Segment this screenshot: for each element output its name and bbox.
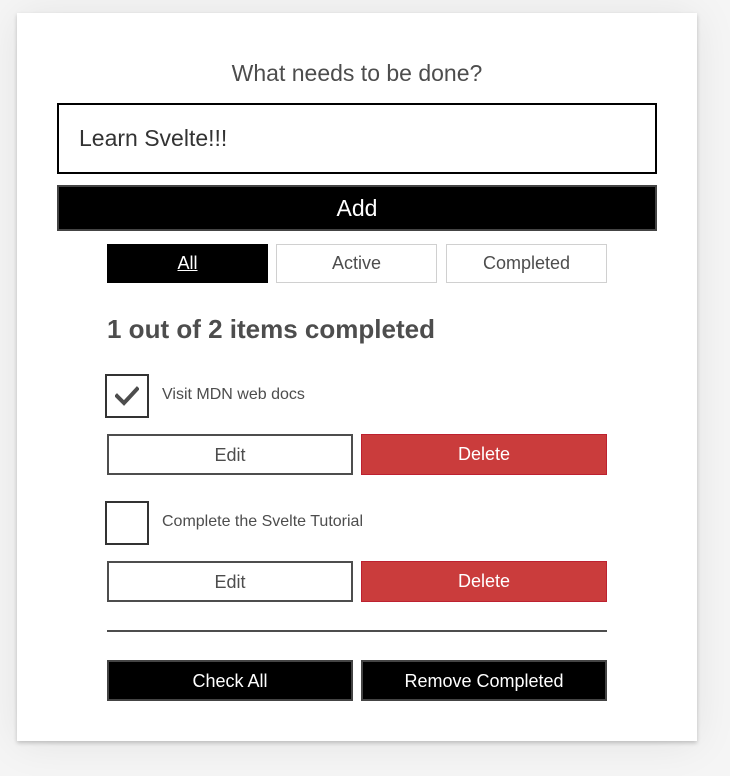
todo-label-1: Visit MDN web docs bbox=[162, 386, 305, 403]
filter-completed-button[interactable]: Completed bbox=[446, 244, 607, 283]
todo-form-heading: What needs to be done? bbox=[231, 60, 483, 86]
check-all-button[interactable]: Check All bbox=[107, 660, 353, 701]
divider bbox=[107, 630, 607, 632]
delete-button-1[interactable]: Delete bbox=[361, 434, 607, 475]
todo-checkbox-1[interactable] bbox=[105, 374, 149, 418]
todo-input[interactable] bbox=[57, 103, 657, 174]
filter-all-button[interactable]: All bbox=[107, 244, 268, 283]
checkmark-icon bbox=[115, 386, 139, 406]
todo-app-card: What needs to be done? Add All Active Co… bbox=[17, 13, 697, 741]
todo-checkbox-2[interactable] bbox=[105, 501, 149, 545]
todo-label-2: Complete the Svelte Tutorial bbox=[162, 513, 363, 530]
filter-active-button[interactable]: Active bbox=[276, 244, 437, 283]
edit-button-1[interactable]: Edit bbox=[107, 434, 353, 475]
add-button[interactable]: Add bbox=[57, 185, 657, 231]
delete-button-2[interactable]: Delete bbox=[361, 561, 607, 602]
edit-button-2[interactable]: Edit bbox=[107, 561, 353, 602]
remove-completed-button[interactable]: Remove Completed bbox=[361, 660, 607, 701]
completion-status: 1 out of 2 items completed bbox=[107, 314, 435, 344]
